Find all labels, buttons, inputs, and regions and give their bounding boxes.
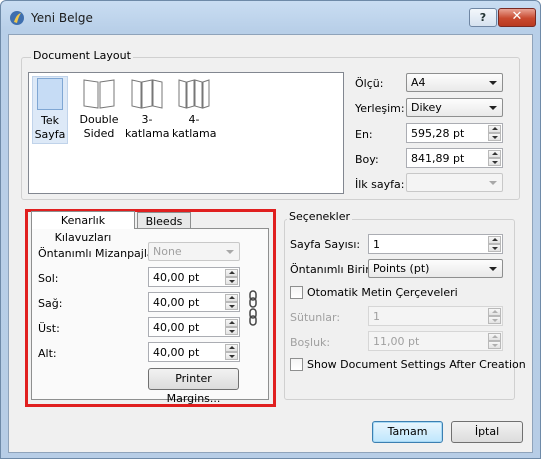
show-settings-label[interactable]: Show Document Settings After Creation <box>307 358 526 371</box>
gap-label: Boşluk: <box>290 336 331 349</box>
help-button[interactable]: ? <box>469 8 497 27</box>
chevron-down-icon <box>489 106 497 110</box>
show-settings-checkbox[interactable] <box>290 358 303 371</box>
height-spinbox[interactable]: 841,89 pt <box>406 148 503 168</box>
window-title: Yeni Belge <box>31 11 93 25</box>
first-page-label: İlk sayfa: <box>355 178 405 191</box>
page-count-label: Sayfa Sayısı: <box>290 238 361 251</box>
spin-up-icon[interactable] <box>488 236 501 244</box>
layout-single-page[interactable]: Tek Sayfa <box>32 76 68 144</box>
auto-text-frames-checkbox[interactable] <box>290 286 303 299</box>
three-fold-icon <box>131 79 163 109</box>
cancel-button[interactable]: İptal <box>451 421 523 443</box>
layout-3-fold[interactable]: 3- katlama <box>125 76 169 141</box>
layout-4-fold[interactable]: 4- katlama <box>172 76 216 141</box>
size-label-text: Ölçü: <box>355 77 384 90</box>
layout-double-sided[interactable]: Double Sided <box>78 76 120 141</box>
spin-up-icon[interactable] <box>488 308 501 316</box>
default-unit-label: Öntanımlı Birim: <box>290 263 380 276</box>
page-count-spinbox[interactable]: 1 <box>368 234 503 254</box>
spin-down-icon[interactable] <box>488 158 501 166</box>
spin-down-icon[interactable] <box>488 316 501 324</box>
double-sided-icon <box>83 79 115 109</box>
width-label: En: <box>355 128 373 141</box>
close-button[interactable]: ✕ <box>498 8 536 27</box>
app-icon <box>10 11 24 25</box>
auto-text-frames-label[interactable]: Otomatik Metin Çerçeveleri <box>307 286 458 299</box>
first-page-select[interactable] <box>406 173 503 192</box>
options-label: Seçenekler <box>287 210 353 223</box>
chevron-down-icon <box>489 181 497 185</box>
layout-list: Tek Sayfa Double Sided 3- katlama 4- kat… <box>28 72 344 194</box>
spin-up-icon[interactable] <box>488 125 501 133</box>
four-fold-icon <box>178 79 210 109</box>
ok-button[interactable]: Tamam <box>372 421 443 443</box>
size-label: Ölçü: <box>355 77 383 90</box>
single-page-icon <box>37 78 63 110</box>
gap-spinbox[interactable]: 11,00 pt <box>368 331 503 351</box>
tab-margin-guides[interactable]: Kenarlık Kılavuzları <box>31 211 135 244</box>
spin-down-icon[interactable] <box>488 341 501 349</box>
columns-spinbox[interactable]: 1 <box>368 306 503 326</box>
height-label: Boy: <box>355 153 379 166</box>
document-layout-label: Document Layout <box>31 49 133 62</box>
chevron-down-icon <box>489 81 497 85</box>
width-spinbox[interactable]: 595,28 pt <box>406 123 503 143</box>
spin-up-icon[interactable] <box>488 333 501 341</box>
default-unit-select[interactable]: Points (pt) <box>368 259 503 278</box>
spin-up-icon[interactable] <box>488 150 501 158</box>
spin-down-icon[interactable] <box>488 244 501 252</box>
size-select[interactable]: A4 <box>406 73 503 92</box>
chevron-down-icon <box>489 267 497 271</box>
title-bar[interactable]: Yeni Belge ? ✕ <box>1 1 540 35</box>
spin-down-icon[interactable] <box>488 133 501 141</box>
orientation-select[interactable]: Dikey <box>406 98 503 117</box>
orientation-label: Yerleşim: <box>355 102 405 115</box>
columns-label: Sütunlar: <box>290 311 341 324</box>
